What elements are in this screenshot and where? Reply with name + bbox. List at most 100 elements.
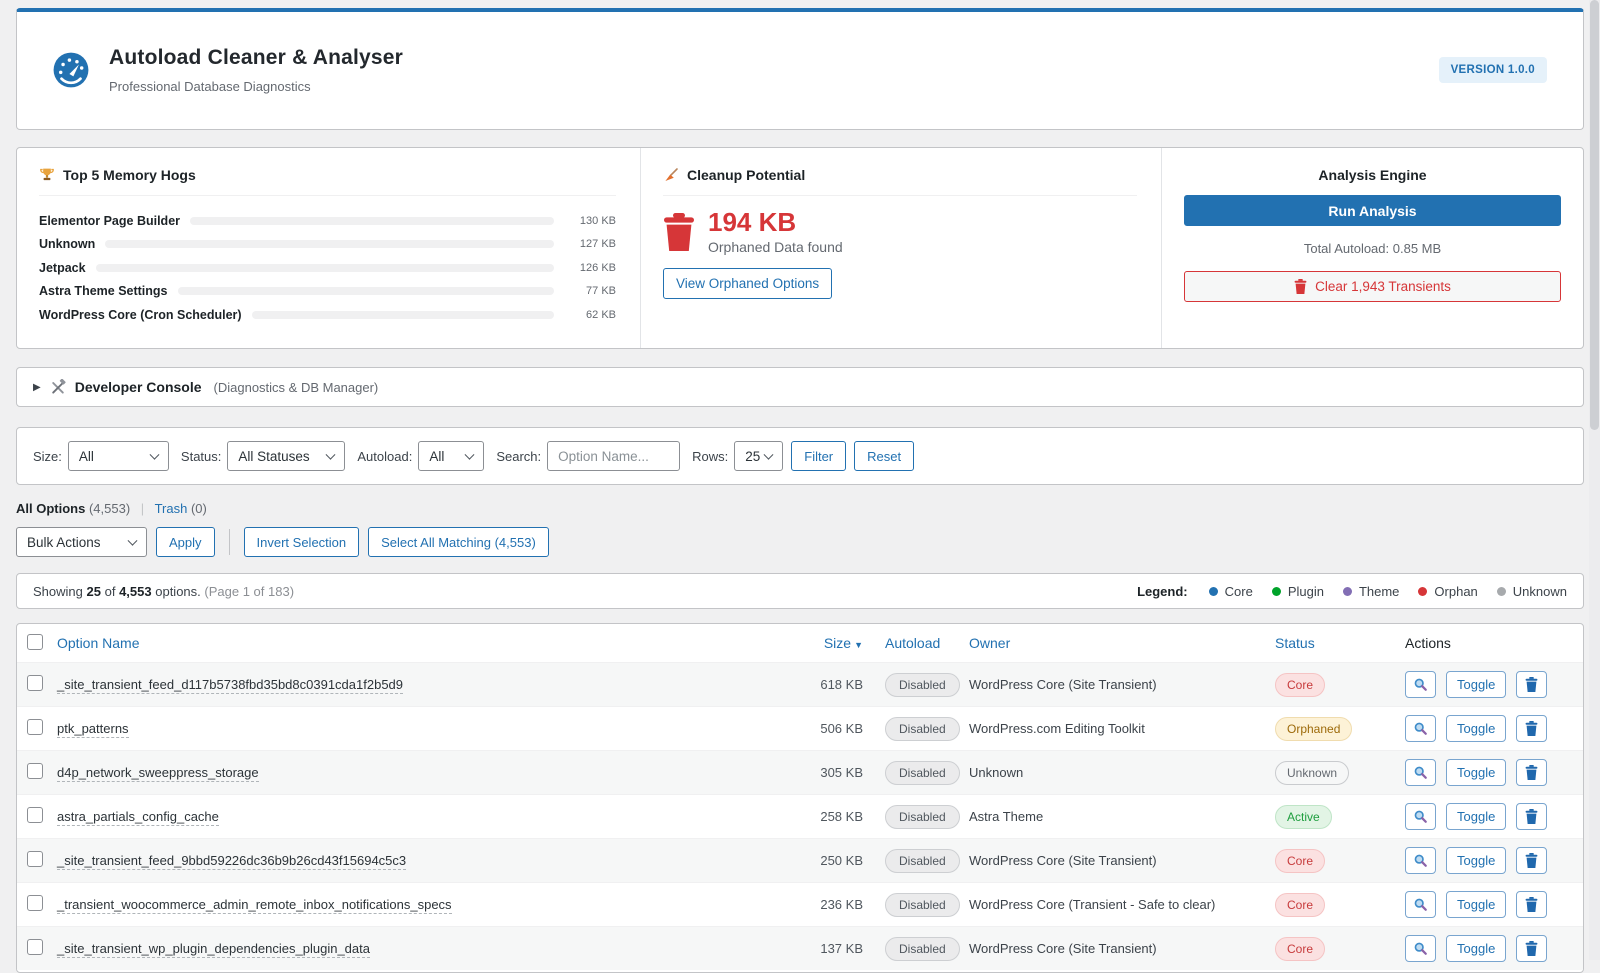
row-checkbox[interactable] xyxy=(27,895,43,911)
all-options-link[interactable]: All Options xyxy=(16,501,85,516)
cleanup-title: Cleanup Potential xyxy=(687,167,805,183)
delete-button[interactable] xyxy=(1516,847,1547,874)
select-all-matching-button[interactable]: Select All Matching (4,553) xyxy=(368,527,549,557)
column-owner[interactable]: Owner xyxy=(969,635,1275,651)
version-badge: VERSION 1.0.0 xyxy=(1439,57,1547,83)
option-name-link[interactable]: _site_transient_feed_d117b5738fbd35bd8c0… xyxy=(57,677,403,694)
table-row: _site_transient_feed_d117b5738fbd35bd8c0… xyxy=(17,662,1583,706)
broom-icon xyxy=(663,167,679,183)
row-checkbox[interactable] xyxy=(27,675,43,691)
inspect-button[interactable] xyxy=(1405,715,1436,742)
option-name-link[interactable]: ptk_patterns xyxy=(57,721,129,738)
table-row: _site_transient_wp_plugin_dependencies_p… xyxy=(17,926,1583,970)
clear-transients-button[interactable]: Clear 1,943 Transients xyxy=(1184,271,1561,302)
rows-select[interactable]: 25 xyxy=(734,441,783,471)
inspect-button[interactable] xyxy=(1405,803,1436,830)
hog-label: Unknown xyxy=(39,237,95,251)
status-filter-label: Status: xyxy=(181,449,221,464)
row-checkbox[interactable] xyxy=(27,719,43,735)
search-input[interactable] xyxy=(547,441,680,471)
trash-link[interactable]: Trash xyxy=(155,501,188,516)
row-checkbox[interactable] xyxy=(27,939,43,955)
chevron-down-icon xyxy=(764,450,774,460)
toggle-button[interactable]: Toggle xyxy=(1446,847,1506,874)
hog-label: Astra Theme Settings xyxy=(39,284,168,298)
inspect-button[interactable] xyxy=(1405,759,1436,786)
delete-button[interactable] xyxy=(1516,671,1547,698)
inspect-button[interactable] xyxy=(1405,847,1436,874)
status-badge: Core xyxy=(1275,849,1325,873)
toggle-button[interactable]: Toggle xyxy=(1446,671,1506,698)
size-value: 506 KB xyxy=(783,721,873,736)
option-name-link[interactable]: _site_transient_feed_9bbd59226dc36b9b26c… xyxy=(57,853,406,870)
option-name-link[interactable]: d4p_network_sweeppress_storage xyxy=(57,765,259,782)
column-status[interactable]: Status xyxy=(1275,635,1405,651)
status-badge: Core xyxy=(1275,673,1325,697)
hog-value: 77 KB xyxy=(566,285,616,297)
magnifier-icon xyxy=(1413,853,1428,868)
table-row: astra_partials_config_cache 258 KB Disab… xyxy=(17,794,1583,838)
bulk-actions-select[interactable]: Bulk Actions xyxy=(16,527,147,557)
trash-icon-red xyxy=(1294,279,1307,294)
status-filter-select[interactable]: All Statuses xyxy=(227,441,345,471)
delete-button[interactable] xyxy=(1516,935,1547,962)
column-size[interactable]: Size▼ xyxy=(783,635,873,651)
toggle-button[interactable]: Toggle xyxy=(1446,891,1506,918)
select-all-checkbox[interactable] xyxy=(27,634,43,650)
option-name-link[interactable]: astra_partials_config_cache xyxy=(57,809,219,826)
column-option-name[interactable]: Option Name xyxy=(57,635,783,651)
hog-value: 130 KB xyxy=(566,215,616,227)
autoload-filter-label: Autoload: xyxy=(357,449,412,464)
delete-button[interactable] xyxy=(1516,891,1547,918)
hog-label: Jetpack xyxy=(39,261,86,275)
option-name-link[interactable]: _transient_woocommerce_admin_remote_inbo… xyxy=(57,897,452,914)
trash-icon xyxy=(1525,897,1538,912)
trash-icon xyxy=(1525,765,1538,780)
row-checkbox[interactable] xyxy=(27,763,43,779)
page-scrollbar[interactable] xyxy=(1589,0,1600,960)
scrollbar-thumb[interactable] xyxy=(1590,0,1599,430)
reset-button[interactable]: Reset xyxy=(854,441,914,471)
row-checkbox[interactable] xyxy=(27,851,43,867)
toggle-button[interactable]: Toggle xyxy=(1446,715,1506,742)
view-orphaned-button[interactable]: View Orphaned Options xyxy=(663,268,832,299)
hog-value: 127 KB xyxy=(566,238,616,250)
delete-button[interactable] xyxy=(1516,759,1547,786)
cleanup-caption: Orphaned Data found xyxy=(708,239,843,255)
status-badge: Core xyxy=(1275,937,1325,961)
toggle-button[interactable]: Toggle xyxy=(1446,759,1506,786)
size-value: 236 KB xyxy=(783,897,873,912)
magnifier-icon xyxy=(1413,765,1428,780)
row-checkbox[interactable] xyxy=(27,807,43,823)
page-title: Autoload Cleaner & Analyser xyxy=(109,46,403,70)
toggle-button[interactable]: Toggle xyxy=(1446,803,1506,830)
inspect-button[interactable] xyxy=(1405,935,1436,962)
inspect-button[interactable] xyxy=(1405,671,1436,698)
option-name-link[interactable]: _site_transient_wp_plugin_dependencies_p… xyxy=(57,941,370,958)
filter-button[interactable]: Filter xyxy=(791,441,846,471)
inspect-button[interactable] xyxy=(1405,891,1436,918)
legend-item: Plugin xyxy=(1272,584,1324,599)
plugin-header: Autoload Cleaner & Analyser Professional… xyxy=(16,8,1584,130)
status-badge: Unknown xyxy=(1275,761,1349,785)
hog-label: WordPress Core (Cron Scheduler) xyxy=(39,308,242,322)
memory-hogs-section: Top 5 Memory Hogs Elementor Page Builder… xyxy=(17,148,641,348)
tools-icon xyxy=(50,379,66,395)
autoload-filter-select[interactable]: All xyxy=(418,441,484,471)
table-row: _site_transient_feed_9bbd59226dc36b9b26c… xyxy=(17,838,1583,882)
column-autoload[interactable]: Autoload xyxy=(873,635,969,651)
apply-button[interactable]: Apply xyxy=(156,527,215,557)
sort-desc-icon: ▼ xyxy=(854,640,863,650)
invert-selection-button[interactable]: Invert Selection xyxy=(244,527,360,557)
page: Autoload Cleaner & Analyser Professional… xyxy=(0,0,1600,973)
autoload-pill: Disabled xyxy=(885,893,960,917)
owner-label: WordPress Core (Transient - Safe to clea… xyxy=(969,897,1275,912)
autoload-pill: Disabled xyxy=(885,849,960,873)
developer-console-toggle[interactable]: ▶ Developer Console (Diagnostics & DB Ma… xyxy=(16,367,1584,407)
delete-button[interactable] xyxy=(1516,715,1547,742)
delete-button[interactable] xyxy=(1516,803,1547,830)
toggle-button[interactable]: Toggle xyxy=(1446,935,1506,962)
size-filter-select[interactable]: All xyxy=(68,441,169,471)
trash-icon xyxy=(1525,809,1538,824)
run-analysis-button[interactable]: Run Analysis xyxy=(1184,195,1561,226)
